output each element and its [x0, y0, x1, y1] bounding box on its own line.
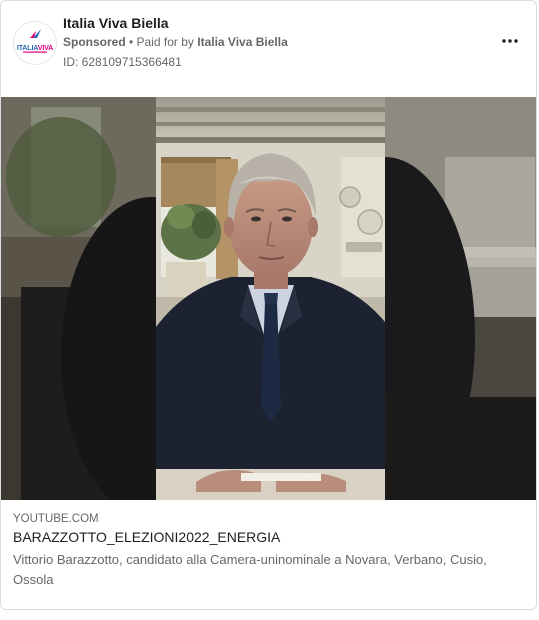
link-domain: YOUTUBE.COM	[13, 513, 99, 525]
link-description: Vittorio Barazzotto, candidato alla Came…	[13, 552, 487, 587]
ad-header: ITALIAVIVA Italia Viva Biella Sponsored …	[1, 1, 536, 97]
page-avatar[interactable]: ITALIAVIVA	[13, 21, 57, 65]
more-horizontal-icon	[502, 39, 518, 43]
video-frame-image	[156, 97, 385, 500]
blurred-background-left	[1, 97, 156, 500]
ad-card: ITALIAVIVA Italia Viva Biella Sponsored …	[0, 0, 537, 610]
ad-id: ID: 628109715366481	[63, 55, 182, 69]
sponsored-label: Sponsored	[63, 35, 126, 49]
video-frame	[156, 97, 385, 500]
paid-for-name[interactable]: Italia Viva Biella	[197, 35, 288, 49]
separator-dot: •	[125, 35, 137, 49]
paid-for-prefix: Paid for by	[136, 35, 198, 49]
avatar-logo-text: ITALIAVIVA	[17, 43, 53, 52]
ad-video-thumbnail[interactable]	[1, 97, 536, 500]
page-name-link[interactable]: Italia Viva Biella	[63, 15, 169, 31]
more-options-button[interactable]	[498, 31, 522, 51]
link-preview[interactable]: YOUTUBE.COM BARAZZOTTO_ELEZIONI2022_ENER…	[1, 500, 536, 609]
sponsor-line: Sponsored • Paid for by Italia Viva Biel…	[63, 35, 288, 49]
link-headline[interactable]: BARAZZOTTO_ELEZIONI2022_ENERGIA	[13, 529, 280, 545]
blurred-background-right	[385, 97, 536, 500]
italia-viva-logo: ITALIAVIVA	[14, 22, 56, 64]
